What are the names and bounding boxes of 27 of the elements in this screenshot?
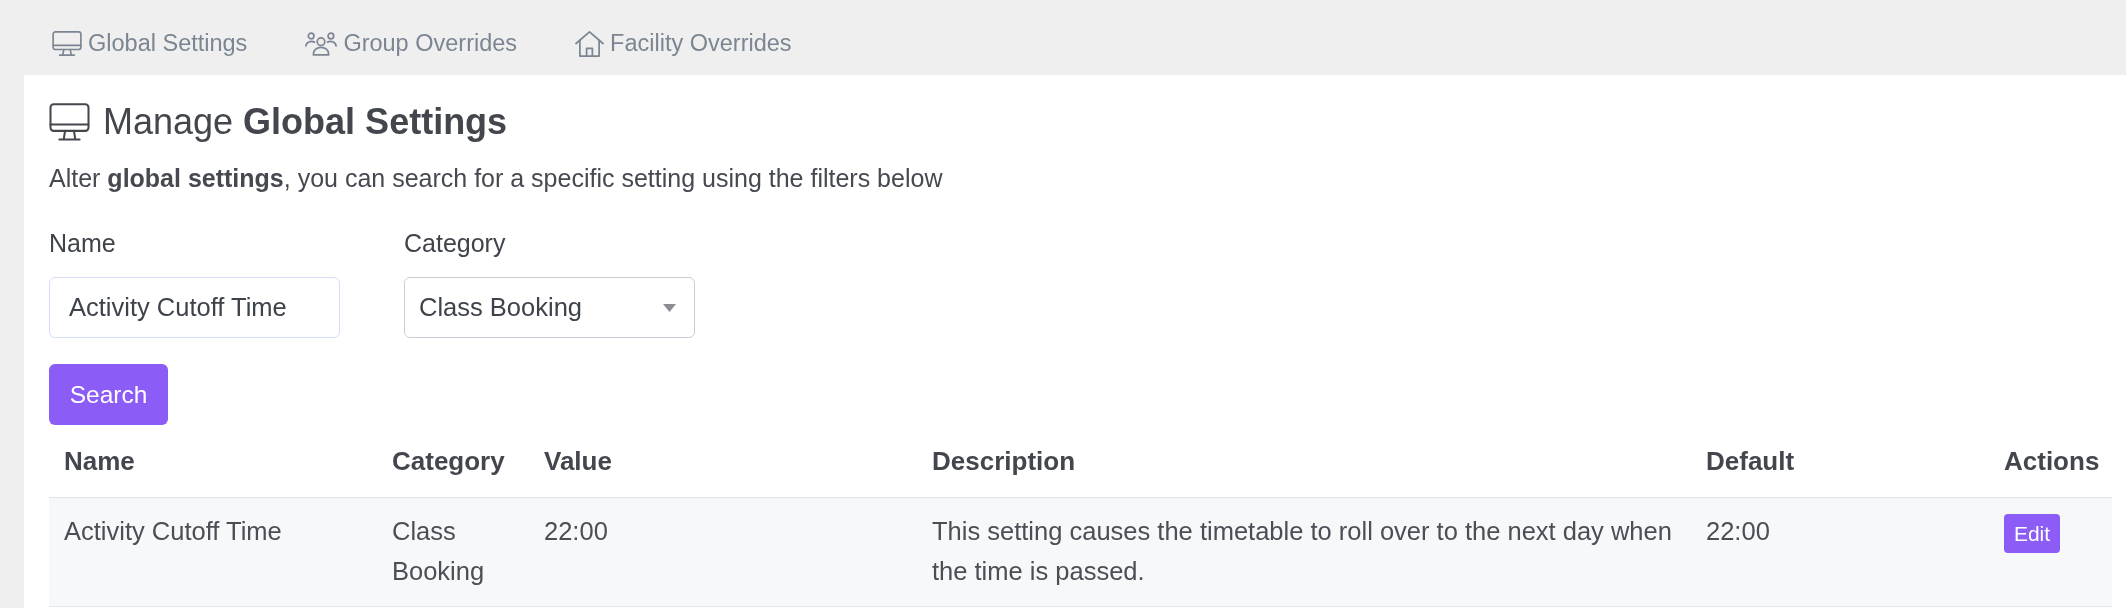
page-description: Alter global settings, you can search for a specific setting using the filters below <box>49 163 944 194</box>
name-input[interactable]: Activity Cutoff Time <box>49 277 340 338</box>
table-cell: Class Booking <box>377 497 529 607</box>
caret-icon <box>663 303 676 312</box>
table-cell: 22:00 <box>529 497 917 607</box>
column-header: Name <box>49 425 377 498</box>
search-button[interactable]: Search <box>49 364 168 425</box>
table-cell: This setting causes the timetable to roll over to the next day when the time is passed. <box>917 497 1691 607</box>
column-header: Default <box>1691 425 1989 498</box>
monitor-icon <box>49 103 90 141</box>
category-select[interactable]: Class Booking <box>404 277 695 338</box>
house-icon <box>575 30 605 57</box>
table-cell: Activity Cutoff Time <box>49 497 377 607</box>
tab[interactable]: Group Overrides <box>305 30 518 57</box>
category-label: Category <box>404 228 506 258</box>
edit-button[interactable]: Edit <box>2004 514 2060 553</box>
tab[interactable]: Global Settings <box>52 30 248 57</box>
column-header: Description <box>917 425 1691 498</box>
column-header: Value <box>529 425 917 498</box>
table-cell: 22:00 <box>1691 497 1989 607</box>
column-header: Category <box>377 425 529 498</box>
name-label: Name <box>49 228 116 258</box>
monitor-icon <box>52 31 82 56</box>
column-header: Actions <box>1989 425 2112 498</box>
page-title: Manage Global Settings <box>103 101 508 143</box>
tab[interactable]: Facility Overrides <box>575 30 792 57</box>
people-icon <box>305 31 338 56</box>
